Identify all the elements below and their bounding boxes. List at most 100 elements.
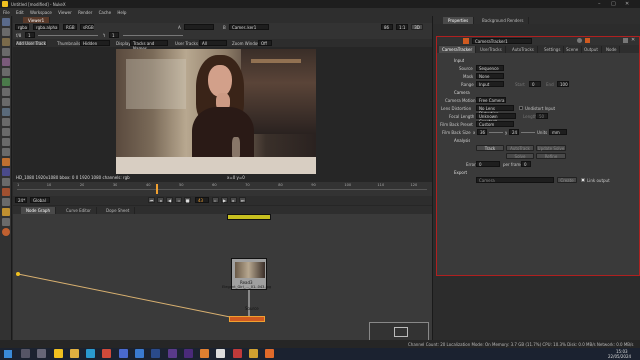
media-player-icon[interactable] — [265, 349, 275, 358]
float-panel-icon[interactable] — [623, 38, 628, 43]
range-end-field[interactable]: 100 — [557, 81, 569, 87]
undistort-checkbox[interactable] — [519, 106, 523, 110]
plugins-tool-icon[interactable] — [2, 178, 10, 186]
create-button[interactable]: Create — [557, 177, 577, 183]
ocula-tool-icon[interactable] — [2, 198, 10, 206]
close-panel-icon[interactable]: ✕ — [631, 37, 635, 43]
tab-node[interactable]: Node — [603, 46, 621, 53]
source-select[interactable]: Sequence — [476, 65, 504, 71]
menu-help[interactable]: Help — [117, 10, 126, 15]
cara-vr-tool-icon[interactable] — [2, 208, 10, 216]
keyer-tool-icon[interactable] — [2, 78, 10, 86]
length-field[interactable]: 50 — [536, 113, 548, 119]
viewer-image[interactable] — [116, 49, 316, 174]
focal-length-select[interactable]: Unknown Constant — [476, 113, 516, 124]
tab-usertracks[interactable]: UserTracks — [477, 46, 506, 53]
add-user-track-button[interactable]: Add User Track — [15, 40, 47, 46]
frame-ratio-select[interactable]: 1:1 — [396, 24, 408, 30]
close-button[interactable]: ✕ — [625, 1, 635, 7]
input-a-select[interactable] — [184, 24, 214, 30]
store-icon[interactable] — [118, 349, 128, 358]
tab-settings[interactable]: Settings — [541, 46, 565, 53]
maximize-button[interactable]: □ — [611, 1, 621, 7]
next-keyframe-button[interactable]: ▸ — [230, 197, 237, 203]
davinci-icon[interactable] — [232, 349, 242, 358]
3d-tool-icon[interactable] — [2, 108, 10, 116]
zoom-window-select[interactable]: Off — [258, 40, 272, 46]
color-picker-icon[interactable] — [585, 38, 590, 43]
menu-file[interactable]: File — [3, 10, 10, 15]
chrome-icon[interactable] — [102, 349, 112, 358]
layer-select[interactable]: rgba.alpha — [33, 24, 59, 30]
folder-icon[interactable] — [248, 349, 258, 358]
user-tracks-select[interactable]: All — [199, 40, 227, 46]
channels-select[interactable]: rgba — [15, 24, 29, 30]
tab-autotracks[interactable]: AutoTracks — [509, 46, 538, 53]
mail-icon[interactable] — [134, 349, 144, 358]
merge-tool-icon[interactable] — [2, 88, 10, 96]
draw-tool-icon[interactable] — [2, 28, 10, 36]
current-frame-field[interactable]: 43 — [195, 197, 209, 203]
thumbnails-select[interactable]: Hidden — [80, 40, 110, 46]
premiere-icon[interactable] — [183, 349, 193, 358]
filter-tool-icon[interactable] — [2, 68, 10, 76]
units-select[interactable]: mm — [549, 129, 567, 135]
stop-button[interactable]: ■ — [184, 197, 191, 203]
tab-cameratracker[interactable]: CameraTracker — [439, 46, 477, 53]
gamma-slider[interactable] — [123, 35, 183, 36]
next-frame-button[interactable]: ▹ — [212, 197, 219, 203]
channel-tool-icon[interactable] — [2, 48, 10, 56]
menu-workspace[interactable]: Workspace — [30, 10, 52, 15]
film-back-preset-select[interactable]: Custom — [476, 121, 514, 127]
prev-keyframe-button[interactable]: ◂ — [157, 197, 164, 203]
image-tool-icon[interactable] — [2, 18, 10, 26]
tab-output[interactable]: Output — [581, 46, 602, 53]
menu-edit[interactable]: Edit — [16, 10, 24, 15]
link-output-checkbox[interactable] — [581, 178, 585, 182]
menu-render[interactable]: Render — [78, 10, 92, 15]
time-tool-icon[interactable] — [2, 38, 10, 46]
camera-tracker-node[interactable] — [229, 316, 265, 322]
display-lut-select[interactable]: sRGB — [80, 24, 94, 30]
film-back-x-slider[interactable] — [489, 132, 503, 133]
mask-select[interactable]: None — [476, 73, 504, 79]
update-solve-button[interactable]: Update Solve — [536, 145, 566, 151]
3d-view-button[interactable]: 3D — [411, 24, 423, 30]
export-select[interactable]: Camera — [476, 177, 554, 183]
prev-frame-button[interactable]: ◃ — [175, 197, 182, 203]
color-tool-icon[interactable] — [2, 58, 10, 66]
nuke-app-icon[interactable] — [53, 349, 63, 358]
settings-tool-icon[interactable] — [2, 218, 10, 226]
gain-field[interactable]: 1 — [25, 32, 35, 38]
file-explorer-icon[interactable] — [69, 349, 79, 358]
transform-tool-icon[interactable] — [2, 98, 10, 106]
play-forward-button[interactable]: ▶ — [221, 197, 228, 203]
toolsets-tool-icon[interactable] — [2, 138, 10, 146]
refine-button[interactable]: Refine — [536, 153, 566, 159]
menu-cache[interactable]: Cache — [99, 10, 111, 15]
timeline[interactable]: 1 10 20 30 40 50 60 70 80 90 100 110 120 — [13, 182, 432, 196]
track-button[interactable]: Track — [476, 145, 504, 151]
input-b-select[interactable]: Camer..ker1 — [229, 24, 269, 30]
playhead[interactable] — [155, 184, 158, 194]
unreal-icon[interactable] — [216, 349, 226, 358]
minimize-button[interactable]: – — [598, 1, 608, 7]
first-frame-button[interactable]: ⏮ — [148, 197, 155, 203]
display-select[interactable]: Tracks and Names — [130, 40, 168, 51]
after-effects-icon[interactable] — [167, 349, 177, 358]
edge-icon[interactable] — [86, 349, 96, 358]
photoshop-icon[interactable] — [151, 349, 161, 358]
start-icon[interactable] — [4, 350, 12, 358]
gain-slider[interactable] — [38, 35, 98, 36]
zoom-select[interactable]: 86 — [381, 24, 393, 30]
timeline-mode-select[interactable]: Global — [30, 197, 50, 203]
gear-icon[interactable] — [2, 228, 10, 236]
range-select[interactable]: Input — [476, 81, 504, 87]
fps-field[interactable]: 24* — [15, 197, 27, 203]
lens-distortion-select[interactable]: No Lens Distortion — [476, 105, 514, 116]
camera-motion-select[interactable]: Free Camera — [476, 97, 506, 103]
last-frame-button[interactable]: ⏭ — [239, 197, 246, 203]
other-tool-icon[interactable] — [2, 148, 10, 156]
clock-date[interactable]: 22/05/2024 — [608, 354, 631, 359]
task-view-icon[interactable] — [37, 349, 47, 358]
